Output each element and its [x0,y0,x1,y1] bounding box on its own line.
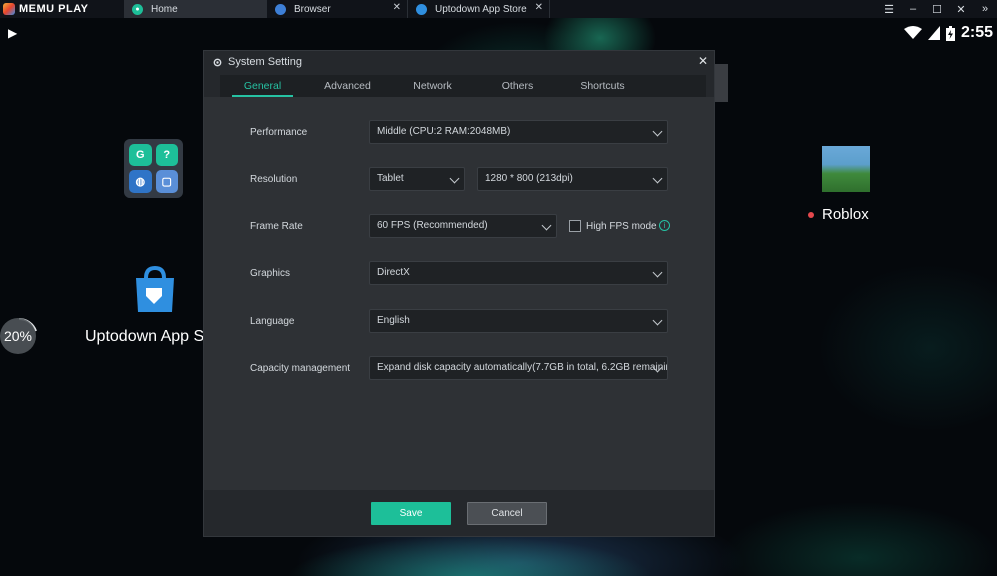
play-store-icon[interactable]: ▶ [8,26,22,40]
general-panel: Performance Middle (CPU:2 RAM:2048MB) Re… [204,97,714,490]
tab-home[interactable]: ● Home [124,0,267,18]
home-tab-icon: ● [132,3,143,15]
graphics-label: Graphics [250,268,291,279]
capacity-select[interactable]: Expand disk capacity automatically(7.7GB… [369,356,668,380]
tab-home-label: Home [151,3,178,15]
progress-text: 20% [0,318,36,354]
system-setting-dialog: System Setting ✕ General Advanced Networ… [203,50,715,537]
graphics-select[interactable]: DirectX [369,261,668,285]
high-fps-label: High FPS mode [586,221,657,232]
high-fps-checkbox[interactable] [569,220,581,232]
capacity-value: Expand disk capacity automatically(7.7GB… [377,362,667,373]
status-bar: 2:55 [903,24,993,42]
dialog-titlebar: System Setting ✕ [204,51,714,73]
app-icon: G [129,144,152,166]
window-icon: ▢ [155,170,178,193]
language-select[interactable]: English [369,309,668,333]
roblox-label-text: Roblox [822,206,869,223]
brand-name: MEMU PLAY [19,3,89,15]
browser-tab-icon [275,3,286,15]
close-icon[interactable]: ✕ [535,2,543,13]
wifi-icon [903,26,922,39]
performance-select[interactable]: Middle (CPU:2 RAM:2048MB) [369,120,668,144]
dialog-title: System Setting [228,56,302,68]
capacity-label: Capacity management [250,363,351,374]
uptodown-label: Uptodown App St [85,328,209,345]
new-badge [808,211,814,218]
language-label: Language [250,316,295,327]
uptodown-icon [136,266,174,312]
performance-label: Performance [250,127,308,138]
tab-others[interactable]: Others [475,75,560,97]
tab-network[interactable]: Network [390,75,475,97]
settings-tabs: General Advanced Network Others Shortcut… [220,75,706,97]
top-tab-bar: MEMU PLAY ● Home Browser ✕ Uptodown App … [0,0,997,18]
brand: MEMU PLAY [0,0,124,18]
frame-rate-label: Frame Rate [250,221,303,232]
more-icon[interactable]: » [973,3,997,15]
frame-rate-select[interactable]: 60 FPS (Recommended) [369,214,557,238]
roblox-label: Roblox [808,206,869,223]
minimize-icon[interactable]: – [901,3,925,15]
close-icon[interactable]: ✕ [698,54,708,68]
resolution-value: 1280 * 800 (213dpi) [485,173,573,184]
tab-advanced[interactable]: Advanced [305,75,390,97]
save-button[interactable]: Save [371,502,451,525]
side-handle[interactable] [714,64,728,102]
help-icon: ? [155,144,178,166]
graphics-value: DirectX [377,267,410,278]
battery-icon [945,25,955,41]
resolution-label: Resolution [250,174,298,185]
gear-icon [213,58,222,66]
maximize-icon[interactable]: ☐ [925,3,949,16]
clock: 2:55 [960,24,993,41]
close-icon[interactable]: ✕ [393,2,401,13]
app-folder[interactable]: G ? ◍ ▢ [124,139,183,198]
memu-logo-icon [3,3,15,15]
tab-browser-label: Browser [294,3,331,15]
tab-general[interactable]: General [220,75,305,97]
browser-icon: ◍ [129,170,152,193]
frame-rate-value: 60 FPS (Recommended) [377,220,488,231]
window-controls: ☰ – ☐ ✕ » [877,0,997,18]
menu-icon[interactable]: ☰ [877,3,901,16]
tab-uptodown-label: Uptodown App Store [435,3,527,15]
tab-uptodown[interactable]: Uptodown App Store ✕ [408,0,550,18]
tab-browser[interactable]: Browser ✕ [267,0,408,18]
dialog-footer: Save Cancel [204,490,714,536]
cancel-button[interactable]: Cancel [467,502,547,525]
resolution-select[interactable]: 1280 * 800 (213dpi) [477,167,668,191]
progress-indicator: 20% [0,318,38,356]
device-type-select[interactable]: Tablet [369,167,465,191]
language-value: English [377,315,410,326]
store-tab-icon [416,3,427,15]
tab-shortcuts[interactable]: Shortcuts [560,75,645,97]
roblox-icon [822,146,870,192]
info-icon[interactable]: i [659,220,670,231]
window-close-icon[interactable]: ✕ [949,3,973,16]
performance-value: Middle (CPU:2 RAM:2048MB) [377,126,511,137]
signal-icon [927,26,940,40]
